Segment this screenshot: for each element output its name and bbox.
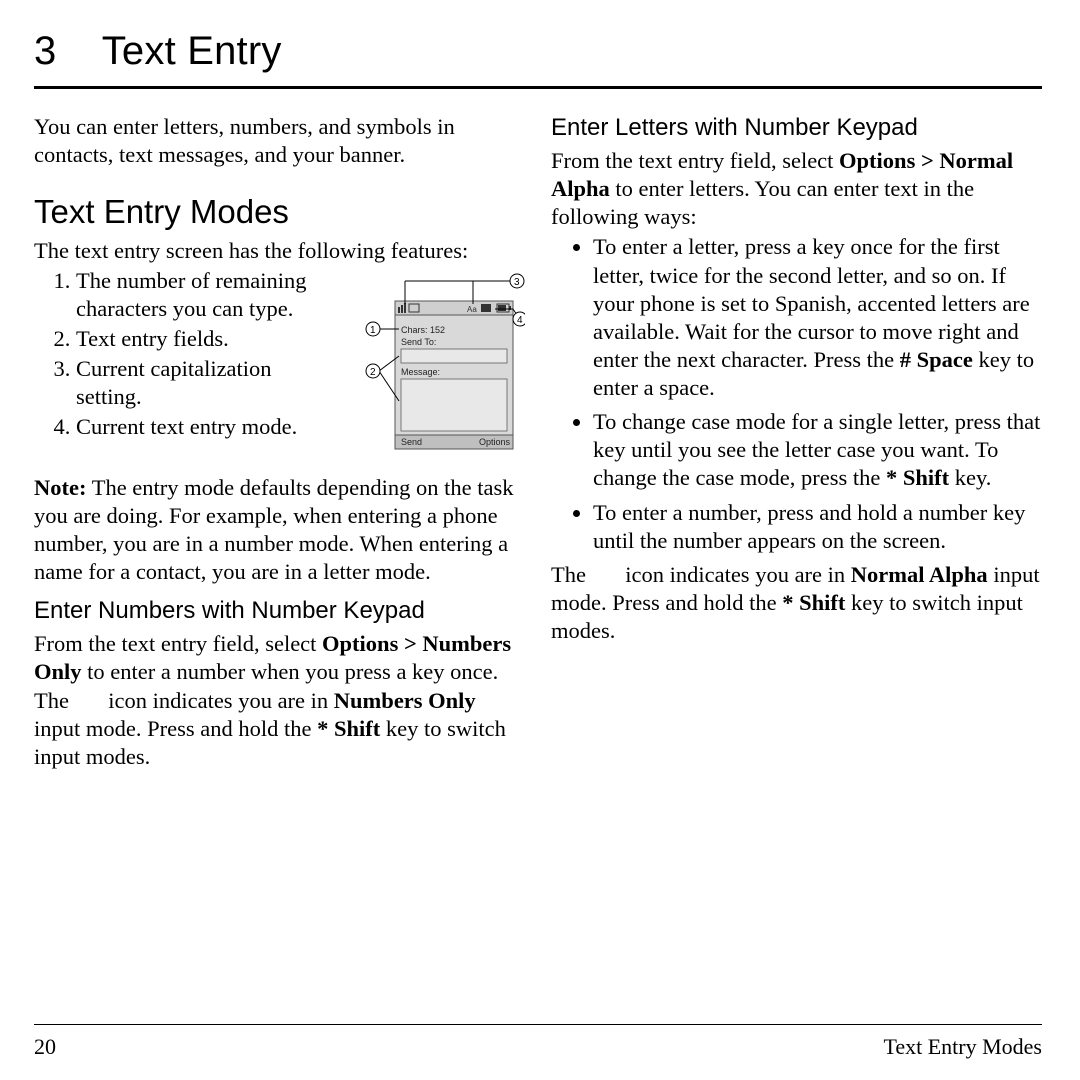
chapter-number: 3 — [34, 29, 56, 73]
diagram-sendto-label: Send To: — [401, 337, 436, 347]
left-column: You can enter letters, numbers, and symb… — [34, 113, 525, 771]
list-item: To enter a number, press and hold a numb… — [593, 499, 1042, 555]
diagram-chars-label: Chars: 152 — [401, 325, 445, 335]
numbers-paragraph-1: From the text entry field, select Option… — [34, 630, 525, 686]
right-column: Enter Letters with Number Keypad From th… — [551, 113, 1042, 771]
subsection-heading-letters: Enter Letters with Number Keypad — [551, 113, 1042, 143]
phone-diagram-svg: Aa Chars: 152 Send To: Message: Send Opt… — [345, 271, 525, 461]
svg-text:2: 2 — [370, 367, 376, 378]
page-footer: 20 Text Entry Modes — [34, 1024, 1042, 1061]
modes-intro: The text entry screen has the following … — [34, 237, 525, 265]
section-heading-modes: Text Entry Modes — [34, 191, 525, 232]
svg-text:3: 3 — [514, 277, 520, 288]
note-body: The entry mode defaults depending on the… — [34, 475, 513, 584]
letters-paragraph-1: From the text entry field, select Option… — [551, 147, 1042, 231]
content-columns: You can enter letters, numbers, and symb… — [34, 113, 1042, 771]
letters-bullet-list: To enter a letter, press a key once for … — [551, 233, 1042, 554]
chapter-title: 3 Text Entry — [34, 26, 1042, 89]
diagram-send-btn: Send — [401, 437, 422, 447]
subsection-heading-numbers: Enter Numbers with Number Keypad — [34, 596, 525, 626]
footer-section: Text Entry Modes — [883, 1033, 1042, 1061]
intro-paragraph: You can enter letters, numbers, and symb… — [34, 113, 525, 169]
svg-text:4: 4 — [517, 315, 523, 326]
list-item: To enter a letter, press a key once for … — [593, 233, 1042, 402]
svg-text:Aa: Aa — [467, 305, 477, 314]
note-paragraph: Note: The entry mode defaults depending … — [34, 474, 525, 587]
svg-text:1: 1 — [370, 325, 376, 336]
numbers-paragraph-2: The icon indicates you are in Numbers On… — [34, 687, 525, 771]
note-label: Note: — [34, 475, 86, 500]
letters-paragraph-2: The icon indicates you are in Normal Alp… — [551, 561, 1042, 645]
diagram-message-label: Message: — [401, 367, 440, 377]
chapter-name: Text Entry — [102, 29, 282, 73]
diagram-options-btn: Options — [479, 437, 511, 447]
list-item: To change case mode for a single letter,… — [593, 408, 1042, 492]
page-number: 20 — [34, 1033, 56, 1061]
phone-diagram: Aa Chars: 152 Send To: Message: Send Opt… — [345, 271, 525, 468]
